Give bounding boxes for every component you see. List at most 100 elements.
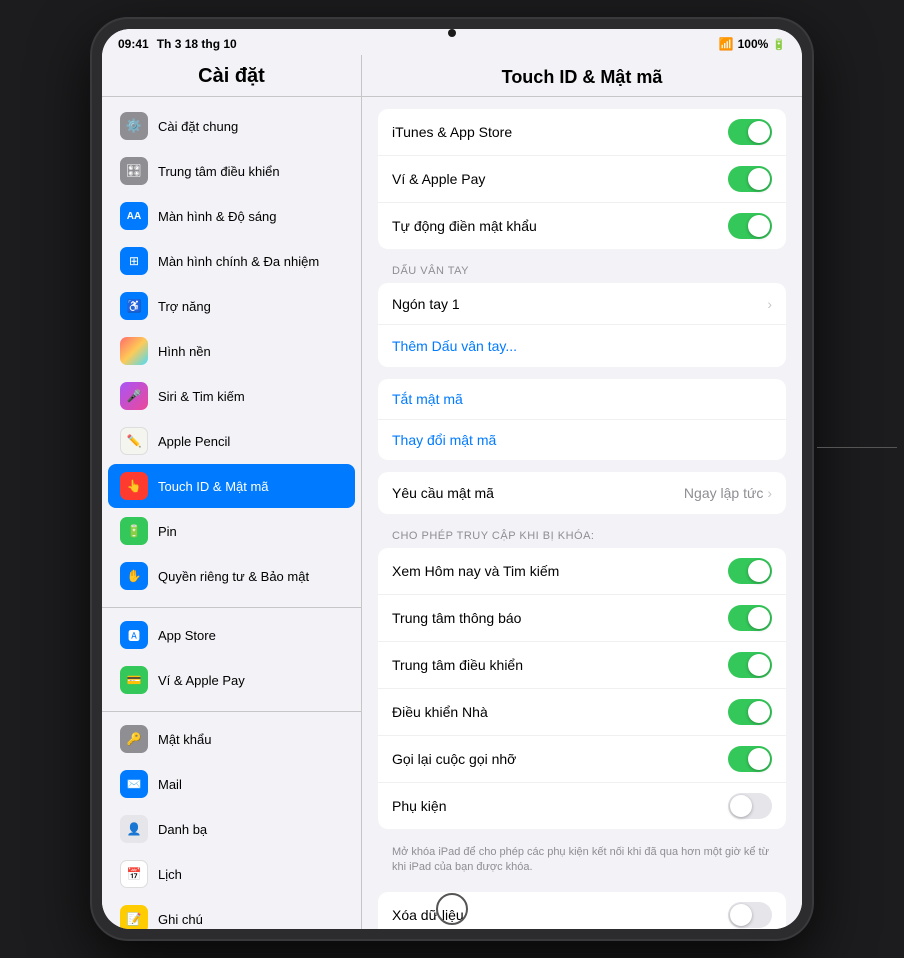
sidebar-item-privacy[interactable]: ✋ Quyền riêng tư & Bảo mật bbox=[108, 554, 355, 598]
detail-panel: Touch ID & Mật mã iTunes & App Store Ví … bbox=[362, 55, 802, 929]
fingerprint-section-label: DẤU VÂN TAY bbox=[378, 261, 786, 283]
sidebar-item-cai-dat-chung[interactable]: ⚙️ Cài đặt chung bbox=[108, 104, 355, 148]
sidebar-item-trung-tam[interactable]: 🎛 Trung tâm điều khiển bbox=[108, 149, 355, 193]
time: 09:41 bbox=[118, 37, 149, 51]
sidebar-item-wallet[interactable]: 💳 Ví & Apple Pay bbox=[108, 658, 355, 702]
pencil-icon: ✏️ bbox=[120, 427, 148, 455]
control-center-toggle[interactable] bbox=[728, 652, 772, 678]
wallet-row[interactable]: Ví & Apple Pay bbox=[378, 156, 786, 203]
siri-icon: 🎤 bbox=[120, 382, 148, 410]
sidebar-label-appstore: App Store bbox=[158, 628, 216, 643]
home-toggle[interactable] bbox=[728, 699, 772, 725]
itunes-appstore-row[interactable]: iTunes & App Store bbox=[378, 109, 786, 156]
sidebar-label-trung-tam: Trung tâm điều khiển bbox=[158, 164, 280, 179]
sidebar-item-notes[interactable]: 📝 Ghi chú bbox=[108, 897, 355, 929]
change-passcode-row[interactable]: Thay đổi mật mã bbox=[378, 420, 786, 460]
wallet-label: Ví & Apple Pay bbox=[392, 171, 728, 187]
sidebar-item-mail[interactable]: ✉️ Mail bbox=[108, 762, 355, 806]
itunes-toggle[interactable] bbox=[728, 119, 772, 145]
battery-icon: 🔋 bbox=[772, 38, 786, 51]
sidebar-label-touchid: Touch ID & Mật mã bbox=[158, 479, 269, 494]
sidebar-item-home-screen[interactable]: ⊞ Màn hình chính & Đa nhiệm bbox=[108, 239, 355, 283]
touchid-icon: 👆 bbox=[120, 472, 148, 500]
wallet-icon: 💳 bbox=[120, 666, 148, 694]
accessories-row[interactable]: Phụ kiện bbox=[378, 783, 786, 829]
autofill-toggle[interactable] bbox=[728, 213, 772, 239]
sidebar-item-appstore[interactable]: 🅰 App Store bbox=[108, 613, 355, 657]
control-center-row[interactable]: Trung tâm điều khiển bbox=[378, 642, 786, 689]
passcode-actions: Tắt mật mã Thay đổi mật mã bbox=[378, 379, 786, 460]
control-center-icon: 🎛 bbox=[120, 157, 148, 185]
require-passcode-chevron: › bbox=[767, 485, 772, 501]
sidebar-label-passwords: Mật khẩu bbox=[158, 732, 211, 747]
today-row[interactable]: Xem Hôm nay và Tim kiếm bbox=[378, 548, 786, 595]
missed-calls-toggle[interactable] bbox=[728, 746, 772, 772]
sidebar-item-siri[interactable]: 🎤 Siri & Tim kiếm bbox=[108, 374, 355, 418]
day: Th 3 18 thg 10 bbox=[157, 37, 237, 51]
sidebar-label-privacy: Quyền riêng tư & Bảo mật bbox=[158, 569, 309, 584]
sidebar-label-cai-dat-chung: Cài đặt chung bbox=[158, 119, 238, 134]
itunes-label: iTunes & App Store bbox=[392, 124, 728, 140]
notifications-row[interactable]: Trung tâm thông báo bbox=[378, 595, 786, 642]
contacts-icon: 👤 bbox=[120, 815, 148, 843]
notes-icon: 📝 bbox=[120, 905, 148, 929]
sidebar-label-man-hinh: Màn hình & Độ sáng bbox=[158, 209, 277, 224]
notifications-label: Trung tâm thông báo bbox=[392, 610, 728, 626]
add-fingerprint-link[interactable]: Thêm Dấu vân tay... bbox=[392, 338, 517, 354]
top-toggles-group: iTunes & App Store Ví & Apple Pay Tự độn… bbox=[378, 109, 786, 249]
allow-access-group: Xem Hôm nay và Tim kiếm Trung tâm thông … bbox=[378, 548, 786, 829]
autofill-row[interactable]: Tự động điền mật khẩu bbox=[378, 203, 786, 249]
erase-data-toggle[interactable] bbox=[728, 902, 772, 928]
notifications-toggle[interactable] bbox=[728, 605, 772, 631]
accessories-label: Phụ kiện bbox=[392, 798, 728, 814]
sidebar-item-touch-id[interactable]: 👆 Touch ID & Mật mã bbox=[108, 464, 355, 508]
calendar-icon: 📅 bbox=[120, 860, 148, 888]
require-passcode-group: Yêu cầu mật mã Ngay lập tức › bbox=[378, 472, 786, 514]
sidebar-label-siri: Siri & Tim kiếm bbox=[158, 389, 245, 404]
gear-icon: ⚙️ bbox=[120, 112, 148, 140]
finger1-chevron: › bbox=[767, 296, 772, 312]
accessories-toggle[interactable] bbox=[728, 793, 772, 819]
sidebar-item-passwords[interactable]: 🔑 Mật khẩu bbox=[108, 717, 355, 761]
annotation: Cho phép truy cập khi bị khóa bbox=[817, 439, 904, 494]
require-passcode-row[interactable]: Yêu cầu mật mã Ngay lập tức › bbox=[378, 472, 786, 514]
sidebar-label-contacts: Danh bạ bbox=[158, 822, 207, 837]
today-toggle[interactable] bbox=[728, 558, 772, 584]
sidebar-label-pencil: Apple Pencil bbox=[158, 434, 230, 449]
sidebar-item-calendar[interactable]: 📅 Lịch bbox=[108, 852, 355, 896]
sidebar-item-accessibility[interactable]: ♿ Trợ năng bbox=[108, 284, 355, 328]
finger1-row[interactable]: Ngón tay 1 › bbox=[378, 283, 786, 325]
accessory-note: Mở khóa iPad để cho phép các phụ kiện kế… bbox=[378, 841, 786, 884]
sidebar-label-notes: Ghi chú bbox=[158, 912, 203, 927]
wallet-toggle[interactable] bbox=[728, 166, 772, 192]
sidebar-item-battery[interactable]: 🔋 Pin bbox=[108, 509, 355, 553]
sidebar-label-wallpaper: Hình nền bbox=[158, 344, 211, 359]
sidebar-label-homescreen: Màn hình chính & Đa nhiệm bbox=[158, 254, 319, 269]
sidebar-label-accessibility: Trợ năng bbox=[158, 299, 211, 314]
add-fingerprint-row[interactable]: Thêm Dấu vân tay... bbox=[378, 325, 786, 367]
sidebar-item-contacts[interactable]: 👤 Danh bạ bbox=[108, 807, 355, 851]
accessibility-icon: ♿ bbox=[120, 292, 148, 320]
missed-calls-row[interactable]: Gọi lại cuộc gọi nhỡ bbox=[378, 736, 786, 783]
sidebar: Cài đặt ⚙️ Cài đặt chung 🎛 Trung tâm điề… bbox=[102, 55, 362, 929]
home-button[interactable] bbox=[436, 893, 468, 925]
fingerprint-group: Ngón tay 1 › Thêm Dấu vân tay... bbox=[378, 283, 786, 367]
sidebar-label-calendar: Lịch bbox=[158, 867, 182, 882]
sidebar-item-wallpaper[interactable]: Hình nền bbox=[108, 329, 355, 373]
autofill-label: Tự động điền mật khẩu bbox=[392, 218, 728, 234]
detail-title: Touch ID & Mật mã bbox=[362, 55, 802, 97]
control-center-label: Trung tâm điều khiển bbox=[392, 657, 728, 673]
sidebar-item-apple-pencil[interactable]: ✏️ Apple Pencil bbox=[108, 419, 355, 463]
require-passcode-value: Ngay lập tức bbox=[684, 485, 763, 501]
battery-sidebar-icon: 🔋 bbox=[120, 517, 148, 545]
home-row[interactable]: Điều khiển Nhà bbox=[378, 689, 786, 736]
today-label: Xem Hôm nay và Tim kiếm bbox=[392, 563, 728, 579]
turn-off-passcode-row[interactable]: Tắt mật mã bbox=[378, 379, 786, 420]
allow-access-label: CHO PHÉP TRUY CẬP KHI BỊ KHÓA: bbox=[378, 526, 786, 548]
display-icon: AA bbox=[120, 202, 148, 230]
sidebar-item-man-hinh[interactable]: AA Màn hình & Độ sáng bbox=[108, 194, 355, 238]
sidebar-label-wallet: Ví & Apple Pay bbox=[158, 673, 245, 688]
wifi-icon: 📶 bbox=[719, 37, 734, 51]
missed-calls-label: Gọi lại cuộc gọi nhỡ bbox=[392, 751, 728, 767]
sidebar-label-mail: Mail bbox=[158, 777, 182, 792]
